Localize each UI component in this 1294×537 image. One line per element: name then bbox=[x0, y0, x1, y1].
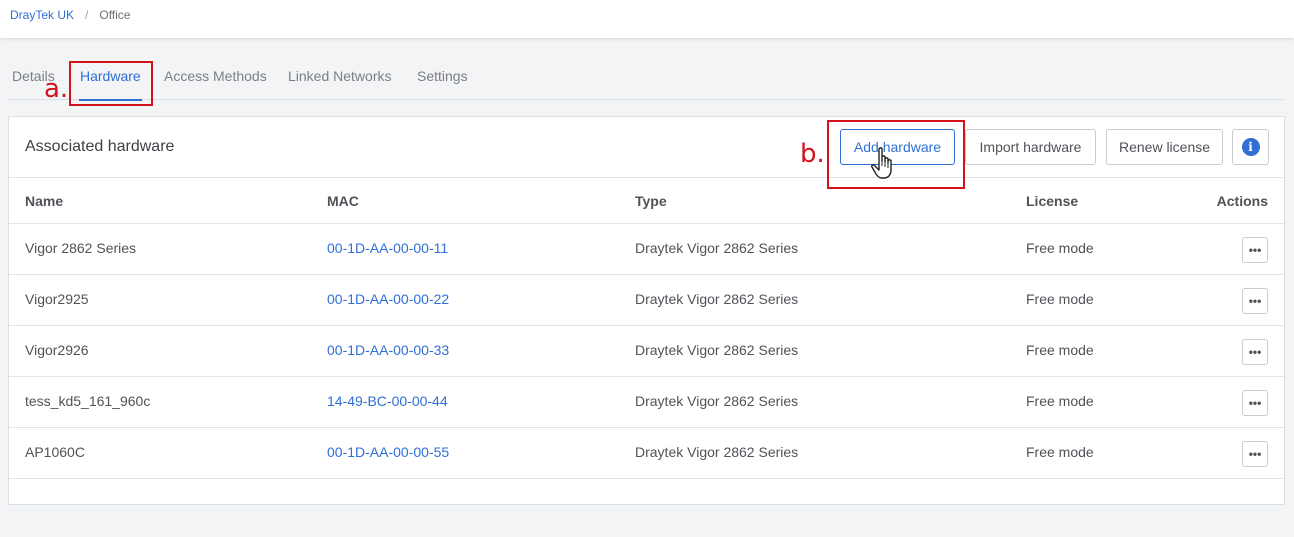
hardware-type: Draytek Vigor 2862 Series bbox=[635, 240, 799, 256]
breadcrumb-link-draytek-uk[interactable]: DrayTek UK bbox=[10, 8, 74, 22]
more-options-icon: ••• bbox=[1248, 294, 1262, 308]
panel-title: Associated hardware bbox=[25, 138, 175, 155]
renew-license-button[interactable]: Renew license bbox=[1106, 129, 1223, 165]
top-bar: DrayTek UK / Office bbox=[0, 0, 1294, 38]
column-header-actions: Actions bbox=[1216, 193, 1268, 209]
hardware-type: Draytek Vigor 2862 Series bbox=[635, 393, 799, 409]
tab-linked-networks[interactable]: Linked Networks bbox=[288, 68, 392, 100]
tab-settings[interactable]: Settings bbox=[417, 68, 468, 100]
hardware-name: AP1060C bbox=[25, 444, 85, 460]
mac-link[interactable]: 00-1D-AA-00-00-11 bbox=[327, 240, 448, 256]
table-header-row: Name MAC Type License Actions bbox=[9, 178, 1284, 224]
hardware-type: Draytek Vigor 2862 Series bbox=[635, 291, 799, 307]
tab-access-methods[interactable]: Access Methods bbox=[164, 68, 267, 100]
hardware-name: Vigor2925 bbox=[25, 291, 89, 307]
license-status: Free mode bbox=[1026, 291, 1094, 307]
more-options-icon: ••• bbox=[1248, 447, 1262, 461]
table-row: Vigor2926 00-1D-AA-00-00-33 Draytek Vigo… bbox=[9, 326, 1284, 377]
column-header-license[interactable]: License bbox=[1026, 193, 1078, 209]
table-row: Vigor 2862 Series 00-1D-AA-00-00-11 Dray… bbox=[9, 224, 1284, 275]
more-options-icon: ••• bbox=[1248, 243, 1262, 257]
more-options-icon: ••• bbox=[1248, 396, 1262, 410]
column-header-type[interactable]: Type bbox=[635, 193, 667, 209]
mac-link[interactable]: 14-49-BC-00-00-44 bbox=[327, 393, 448, 409]
annotation-label-a: a. bbox=[44, 74, 69, 104]
hardware-name: tess_kd5_161_960c bbox=[25, 393, 151, 409]
annotation-box-a bbox=[69, 61, 153, 106]
row-actions-button[interactable]: ••• bbox=[1242, 237, 1268, 263]
import-hardware-button[interactable]: Import hardware bbox=[965, 129, 1096, 165]
hardware-name: Vigor2926 bbox=[25, 342, 89, 358]
column-header-name[interactable]: Name bbox=[25, 193, 63, 209]
breadcrumb: DrayTek UK / Office bbox=[10, 8, 130, 22]
license-status: Free mode bbox=[1026, 444, 1094, 460]
associated-hardware-panel: Associated hardware Add hardware Import … bbox=[8, 116, 1285, 505]
panel-header: Associated hardware Add hardware Import … bbox=[9, 117, 1284, 178]
row-actions-button[interactable]: ••• bbox=[1242, 441, 1268, 467]
mac-link[interactable]: 00-1D-AA-00-00-33 bbox=[327, 342, 449, 358]
mac-link[interactable]: 00-1D-AA-00-00-22 bbox=[327, 291, 449, 307]
tab-bar: Details Hardware Access Methods Linked N… bbox=[8, 62, 1284, 101]
row-actions-button[interactable]: ••• bbox=[1242, 339, 1268, 365]
license-status: Free mode bbox=[1026, 393, 1094, 409]
row-actions-button[interactable]: ••• bbox=[1242, 288, 1268, 314]
more-options-icon: ••• bbox=[1248, 345, 1262, 359]
row-actions-button[interactable]: ••• bbox=[1242, 390, 1268, 416]
mac-link[interactable]: 00-1D-AA-00-00-55 bbox=[327, 444, 449, 460]
license-status: Free mode bbox=[1026, 342, 1094, 358]
hardware-type: Draytek Vigor 2862 Series bbox=[635, 342, 799, 358]
annotation-label-b: b. bbox=[800, 139, 825, 169]
hardware-name: Vigor 2862 Series bbox=[25, 240, 137, 256]
breadcrumb-current: Office bbox=[99, 8, 131, 22]
license-status: Free mode bbox=[1026, 240, 1094, 256]
breadcrumb-separator: / bbox=[85, 8, 89, 22]
hardware-table: Name MAC Type License Actions Vigor 2862… bbox=[9, 178, 1284, 479]
column-header-mac[interactable]: MAC bbox=[327, 193, 359, 209]
table-row: AP1060C 00-1D-AA-00-00-55 Draytek Vigor … bbox=[9, 428, 1284, 479]
info-button[interactable]: i bbox=[1232, 129, 1269, 165]
table-row: tess_kd5_161_960c 14-49-BC-00-00-44 Dray… bbox=[9, 377, 1284, 428]
hand-pointer-cursor-icon bbox=[871, 147, 892, 179]
hardware-type: Draytek Vigor 2862 Series bbox=[635, 444, 799, 460]
table-row: Vigor2925 00-1D-AA-00-00-22 Draytek Vigo… bbox=[9, 275, 1284, 326]
info-icon: i bbox=[1241, 138, 1260, 156]
